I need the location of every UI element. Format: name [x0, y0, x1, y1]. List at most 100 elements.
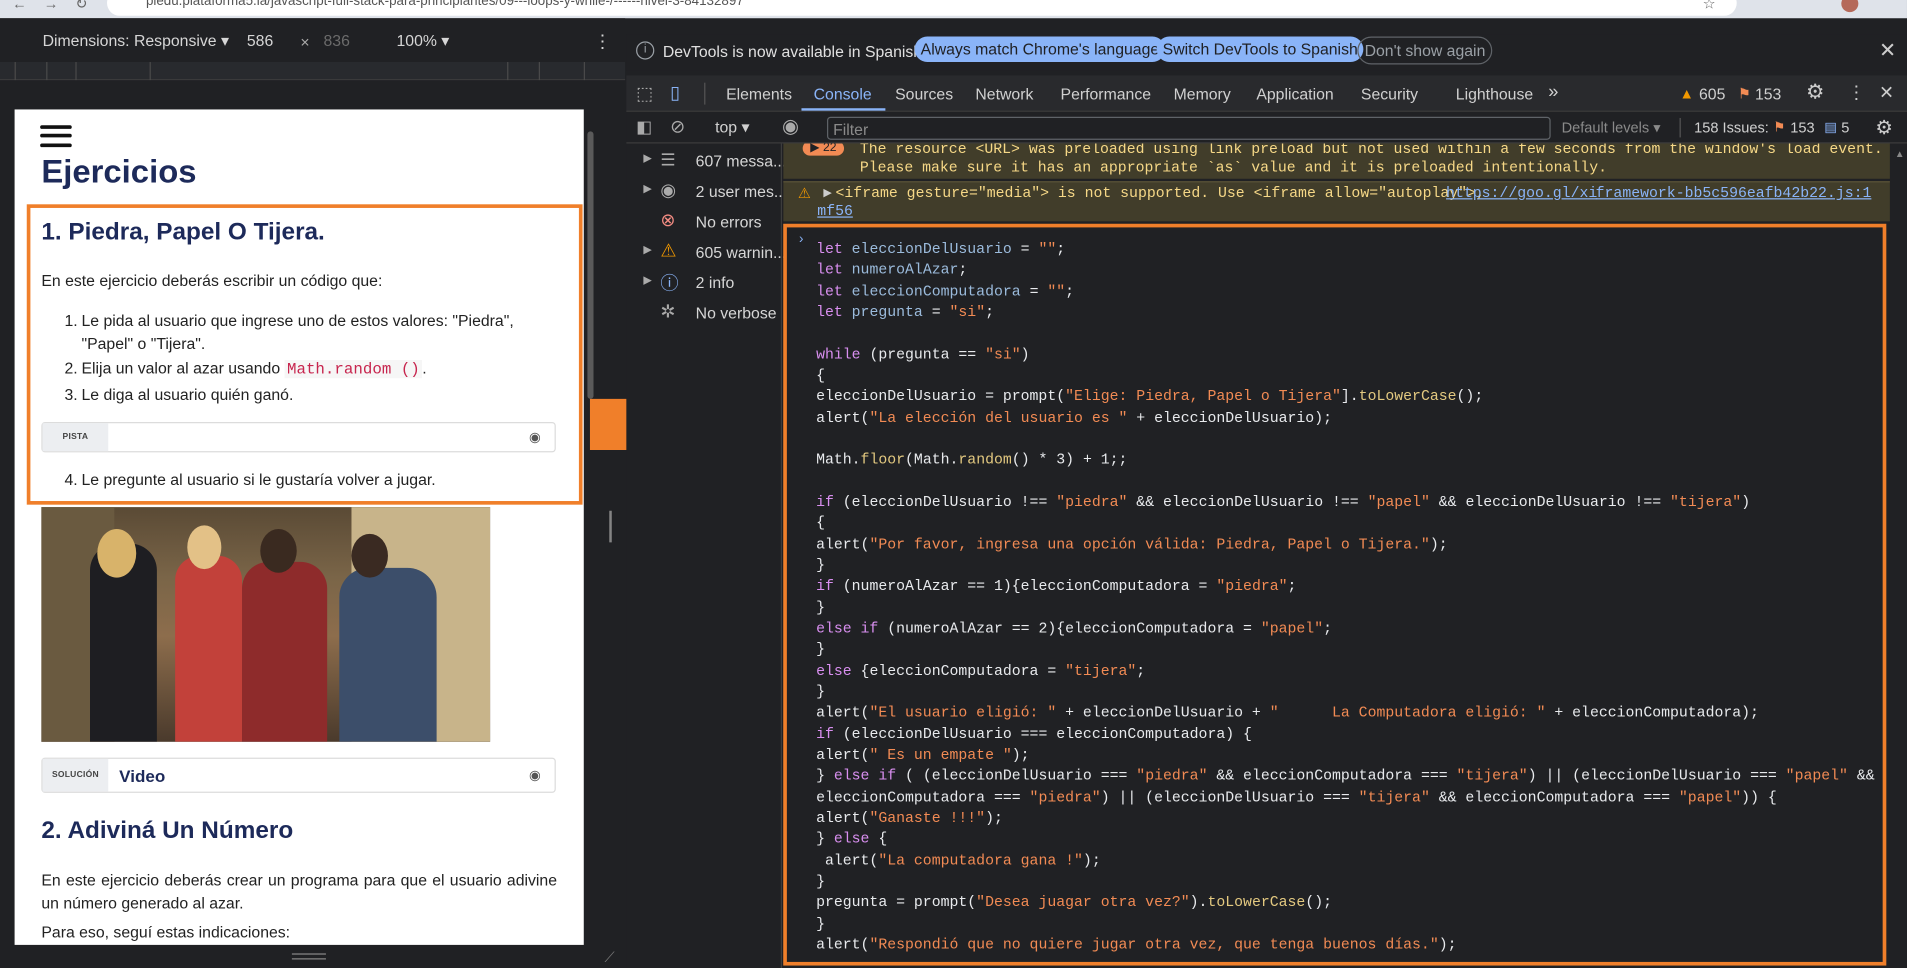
exercise-2-intro: En este ejercicio deberás crear un progr… [41, 870, 558, 913]
info-icon: ⓘ [660, 273, 679, 295]
match-language-button[interactable]: Always match Chrome's language [914, 36, 1166, 63]
kebab-menu-icon[interactable]: ⋮ [1847, 81, 1865, 104]
tab-performance[interactable]: Performance [1061, 85, 1152, 103]
exercise-2-title: 2. Adiviná Un Número [41, 817, 294, 844]
close-infobar-icon[interactable]: ✕ [1879, 39, 1896, 63]
tab-elements[interactable]: Elements [726, 85, 792, 103]
issue-flag-icon: ⚑ [1773, 120, 1786, 135]
highlight-box-exercise [26, 204, 583, 505]
width-input[interactable]: 586 [247, 32, 273, 50]
zoom-dropdown[interactable]: 100% ▾ [396, 32, 449, 51]
live-expression-eye-icon[interactable]: ◉ [782, 114, 799, 138]
issues-label[interactable]: 158 Issues: [1694, 119, 1769, 136]
switch-to-spanish-button[interactable]: Switch DevTools to Spanish [1156, 36, 1364, 63]
forward-arrow-icon[interactable]: → [44, 0, 59, 12]
tab-sources[interactable]: Sources [895, 85, 953, 103]
source-link[interactable]: framework-bb5c596eafb42b22.js:1 [1596, 185, 1872, 202]
sidebar-item-messages[interactable]: ▶ ☰ 607 messa... [626, 148, 786, 177]
eye-icon[interactable]: ◉ [529, 767, 541, 784]
console-sidebar: ▶ ☰ 607 messa... ▶ ◉ 2 user mes... ⊗ No … [626, 143, 787, 968]
devtools-language-infobar: i DevTools is now available in Spanish! … [626, 34, 1907, 71]
resize-handle[interactable] [609, 510, 612, 543]
tab-lighthouse[interactable]: Lighthouse [1456, 85, 1533, 103]
devtools-scrollbar[interactable]: ▲ [1889, 143, 1907, 968]
exercise-photo [41, 507, 491, 742]
warning-icon: ▲ [1679, 85, 1695, 103]
more-options-icon[interactable]: ⋮ [594, 30, 612, 53]
expand-arrow-icon[interactable]: ▶ [643, 243, 651, 256]
tab-console[interactable]: Console [814, 85, 872, 103]
bookmark-star-icon[interactable]: ☆ [1703, 0, 1716, 12]
console-filter-bar: ◧ ⊘ top ▾ ◉ Filter Default levels ▾ 158 … [626, 111, 1907, 144]
sidebar-item-user-messages[interactable]: ▶ ◉ 2 user mes... [626, 179, 787, 208]
sidebar-toggle-icon[interactable]: ◧ [636, 117, 652, 138]
sidebar-item-label: 607 messa... [695, 152, 787, 171]
sidebar-item-warnings[interactable]: ▶ ⚠ 605 warnin... [626, 240, 786, 269]
reload-icon[interactable]: ↻ [75, 0, 87, 12]
height-input[interactable]: 836 [324, 32, 350, 50]
settings-gear-icon[interactable]: ⚙ [1806, 80, 1825, 104]
iframe-warning-text: <iframe gesture="media"> is not supporte… [835, 184, 1485, 202]
sidebar-item-info[interactable]: ▶ ⓘ 2 info [626, 270, 782, 299]
dimensions-dropdown[interactable]: Dimensions: Responsive ▾ [43, 32, 229, 51]
warning-icon: ⚠ [660, 240, 677, 262]
times-symbol: × [300, 32, 310, 52]
solution-title: Video [119, 766, 166, 786]
sidebar-item-verbose[interactable]: ✲ No verbose [626, 300, 782, 329]
highlight-box-code [783, 223, 1887, 966]
info-icon: i [636, 41, 655, 60]
filter-placeholder: Filter [833, 120, 869, 139]
bug-icon: ✲ [660, 301, 676, 323]
preload-warning-text: The resource <URL> was preloaded using l… [859, 143, 1883, 159]
tab-application[interactable]: Application [1256, 85, 1333, 103]
clear-console-icon[interactable]: ⊘ [670, 116, 685, 138]
device-toolbar: Dimensions: Responsive ▾ 586 × 836 100% … [0, 18, 626, 63]
more-tabs-icon[interactable]: » [1548, 81, 1558, 102]
source-link-wrap[interactable]: mf56 [817, 203, 853, 220]
filter-input[interactable]: Filter [827, 116, 1551, 140]
console-settings-gear-icon[interactable]: ⚙ [1875, 116, 1892, 140]
device-toggle-icon[interactable]: ▯ [670, 81, 680, 104]
issue-count[interactable]: 153 [1755, 85, 1781, 103]
info-bubble-icon: ▤ [1824, 120, 1837, 135]
context-selector[interactable]: top ▾ [715, 118, 749, 137]
sidebar-item-label: 605 warnin... [695, 243, 787, 262]
console-warning-preload: ▶ 22 The resource <URL> was preloaded us… [783, 143, 1890, 179]
issue-flag-icon: ⚑ [1737, 85, 1752, 103]
sidebar-item-label: 2 user mes... [695, 182, 788, 201]
tab-security[interactable]: Security [1361, 85, 1418, 103]
devtools-tab-bar: ⬚ ▯ Elements Console Sources Network Per… [626, 75, 1907, 112]
hamburger-menu-icon[interactable] [40, 125, 72, 129]
user-icon: ◉ [660, 179, 677, 201]
scroll-up-icon[interactable]: ▲ [1895, 148, 1905, 159]
preload-warning-text-2: Please make sure it has an appropriate `… [859, 159, 1608, 177]
console-warning-iframe: ⚠ ▶ <iframe gesture="media"> is not supp… [783, 181, 1890, 222]
warning-count[interactable]: 605 [1699, 85, 1725, 103]
issues-info-count[interactable]: 5 [1841, 119, 1849, 136]
sidebar-item-label: No verbose [695, 304, 777, 323]
tab-divider [704, 82, 706, 105]
solution-accordion[interactable]: SOLUCIÓN Video ◉ [41, 757, 556, 793]
log-levels-dropdown[interactable]: Default levels ▾ [1562, 119, 1661, 136]
inspect-element-icon[interactable]: ⬚ [636, 83, 653, 105]
page-scrollbar[interactable] [587, 131, 594, 399]
expand-arrow-icon[interactable]: ▶ [823, 186, 831, 199]
infobar-message: DevTools is now available in Spanish! [662, 42, 927, 61]
sidebar-item-label: 2 info [695, 273, 735, 292]
media-query-ruler[interactable] [0, 62, 626, 81]
expand-arrow-icon[interactable]: ▶ [643, 152, 651, 165]
goo-gl-link[interactable]: https://goo.gl/xi [1446, 185, 1597, 202]
sidebar-item-errors[interactable]: ⊗ No errors [626, 209, 782, 238]
tab-memory[interactable]: Memory [1174, 85, 1231, 103]
dont-show-again-button[interactable]: Don't show again [1357, 36, 1493, 65]
tab-network[interactable]: Network [975, 85, 1033, 103]
issues-warn-count[interactable]: 153 [1790, 119, 1814, 136]
back-arrow-icon[interactable]: ← [12, 0, 27, 12]
url-text: piedu.plataforma5.la/javascript-full-sta… [145, 0, 744, 9]
corner-resize-icon[interactable]: ⟋ [604, 949, 614, 967]
expand-arrow-icon[interactable]: ▶ [643, 274, 651, 287]
close-devtools-icon[interactable]: ✕ [1879, 81, 1894, 104]
solution-label: SOLUCIÓN [42, 758, 109, 792]
bottom-resize-handle[interactable] [291, 953, 326, 960]
expand-arrow-icon[interactable]: ▶ [643, 182, 651, 195]
